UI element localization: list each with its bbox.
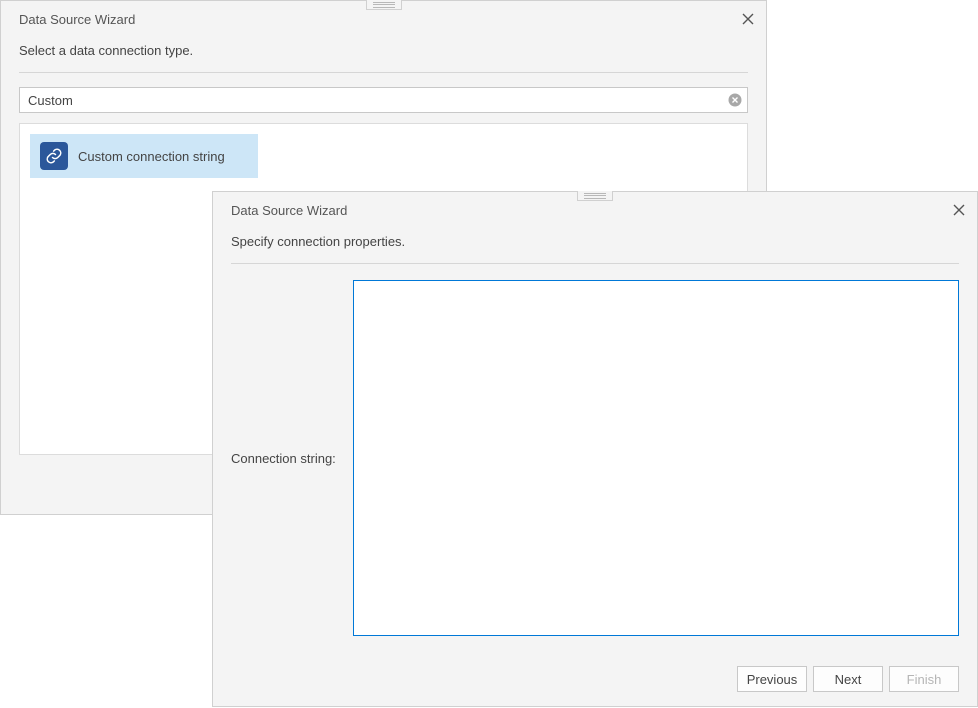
next-button[interactable]: Next — [813, 666, 883, 692]
close-button[interactable] — [738, 9, 758, 29]
divider — [19, 72, 748, 73]
search-input[interactable] — [19, 87, 748, 113]
close-icon — [953, 204, 965, 216]
list-item-label: Custom connection string — [78, 149, 225, 164]
wizard-subtitle: Select a data connection type. — [1, 37, 766, 72]
clear-search-button[interactable] — [726, 91, 744, 109]
titlebar: Data Source Wizard — [1, 1, 766, 37]
search-row — [19, 87, 748, 113]
titlebar: Data Source Wizard — [213, 192, 977, 228]
finish-button[interactable]: Finish — [889, 666, 959, 692]
link-icon — [40, 142, 68, 170]
wizard-button-row: Previous Next Finish — [737, 666, 959, 692]
form-area: Connection string: — [213, 264, 977, 639]
previous-button[interactable]: Previous — [737, 666, 807, 692]
connection-string-input[interactable] — [353, 280, 959, 636]
window-title: Data Source Wizard — [231, 203, 347, 218]
list-item-custom-connection[interactable]: Custom connection string — [30, 134, 258, 178]
wizard-subtitle: Specify connection properties. — [213, 228, 977, 263]
clear-icon — [728, 93, 742, 107]
connection-string-label: Connection string: — [231, 280, 339, 636]
window-title: Data Source Wizard — [19, 12, 135, 27]
close-button[interactable] — [949, 200, 969, 220]
close-icon — [742, 13, 754, 25]
wizard-window-connection-properties: Data Source Wizard Specify connection pr… — [212, 191, 978, 707]
